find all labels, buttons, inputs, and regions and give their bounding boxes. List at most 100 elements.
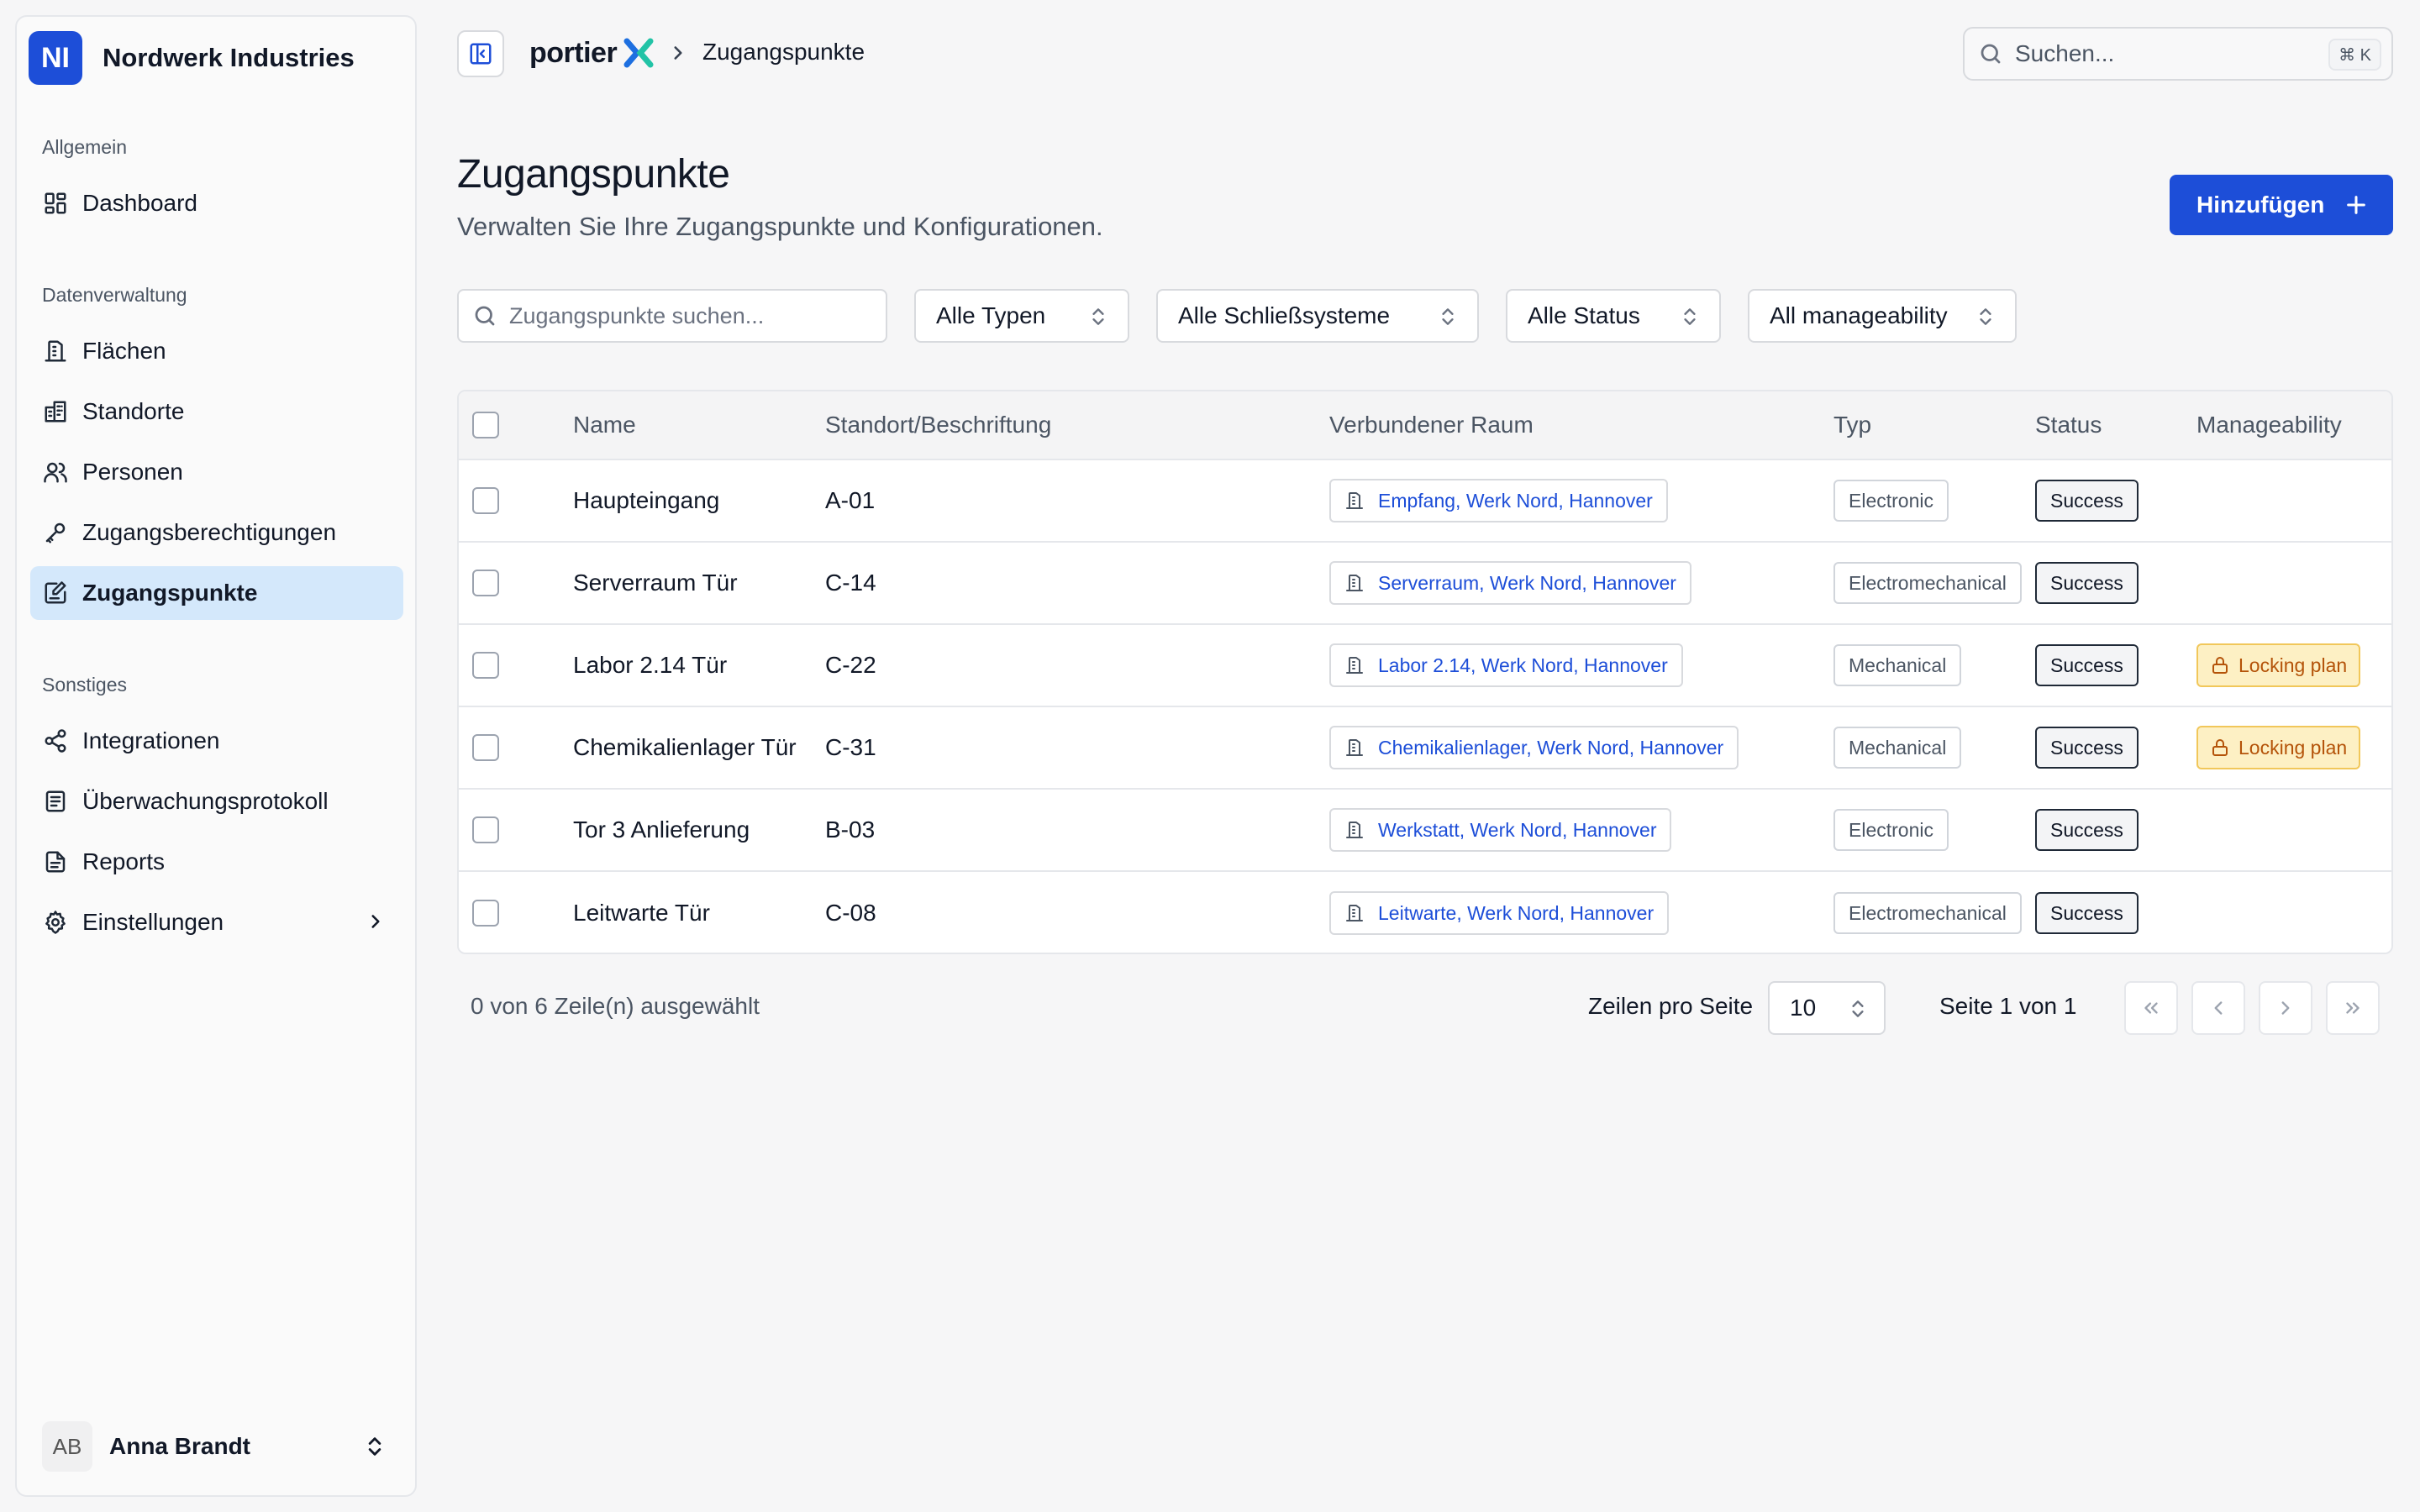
access-point-search-input[interactable] [509, 302, 879, 329]
room-link-badge[interactable]: Labor 2.14, Werk Nord, Hannover [1329, 643, 1683, 687]
chevrons-up-down-icon [1437, 306, 1459, 333]
room-link-badge[interactable]: Chemikalienlager, Werk Nord, Hannover [1329, 726, 1739, 769]
plus-icon [2344, 193, 2368, 223]
status-badge: Success [2035, 727, 2139, 769]
type-filter-value: Alle Typen [936, 302, 1046, 328]
table-row[interactable]: Tor 3 Anlieferung B-03 Werkstatt, Werk Nor… [459, 790, 2391, 872]
column-header-name[interactable]: Name [573, 391, 651, 459]
avatar: AB [42, 1421, 92, 1472]
add-button-label: Hinzufügen [2196, 192, 2325, 218]
sidebar-item-einstellungen[interactable]: Einstellungen [30, 895, 403, 949]
room-link-label: Leitwarte, Werk Nord, Hannover [1378, 901, 1655, 924]
room-link-label: Werkstatt, Werk Nord, Hannover [1378, 818, 1657, 841]
sidebar-item-label: Zugangsberechtigungen [82, 519, 337, 545]
brand-logo[interactable]: portier [529, 32, 655, 74]
shortcut-hint: ⌘ K [2328, 39, 2381, 71]
sidebar-item-label: Integrationen [82, 727, 220, 753]
chevron-left-icon [2214, 1001, 2223, 1015]
table-row[interactable]: Haupteingang A-01 Empfang, Werk Nord, Hann… [459, 460, 2391, 543]
cell-status: Success [2035, 707, 2139, 788]
sidebar-item-flaechen[interactable]: Flächen [30, 324, 403, 378]
cell-type: Mechanical [1833, 707, 1962, 788]
users-icon [42, 459, 69, 486]
previous-page-button[interactable] [2191, 981, 2245, 1035]
type-badge: Electromechanical [1833, 562, 2022, 604]
sidebar-toggle-button[interactable] [457, 30, 504, 77]
select-all-checkbox[interactable] [472, 412, 499, 438]
row-select-cell [472, 460, 499, 541]
cell-name: Labor 2.14 Tür [573, 652, 728, 678]
global-search-input[interactable] [2015, 40, 2317, 67]
org-switcher[interactable]: NI Nordwerk Industries [29, 29, 355, 87]
status-badge: Success [2035, 892, 2139, 934]
cell-location: C-31 [825, 734, 876, 760]
table-row[interactable]: Labor 2.14 Tür C-22 Labor 2.14, Werk Nord,… [459, 625, 2391, 707]
user-menu[interactable]: AB Anna Brandt [30, 1418, 403, 1475]
next-page-button[interactable] [2259, 981, 2312, 1035]
type-filter-select[interactable]: Alle Typen [914, 289, 1129, 343]
type-badge: Electromechanical [1833, 892, 2022, 934]
column-header-location[interactable]: Standort/Beschriftung [825, 391, 1066, 459]
manageability-label: Locking plan [2238, 654, 2348, 676]
row-checkbox[interactable] [472, 570, 499, 596]
type-badge: Mechanical [1833, 644, 1962, 686]
rows-per-page-select[interactable]: 10 [1768, 981, 1886, 1035]
status-badge: Success [2035, 644, 2139, 686]
section-label-sonstiges: Sonstiges [42, 674, 128, 696]
sidebar-item-zugangspunkte[interactable]: Zugangspunkte [30, 566, 403, 620]
last-page-button[interactable] [2326, 981, 2380, 1035]
room-link-badge[interactable]: Leitwarte, Werk Nord, Hannover [1329, 891, 1670, 935]
topbar: portier Zugangspunkte ⌘ K [432, 0, 2420, 108]
cell-room: Leitwarte, Werk Nord, Hannover [1329, 872, 1670, 953]
search-icon [1981, 44, 2001, 64]
cell-room: Serverraum, Werk Nord, Hannover [1329, 543, 1691, 623]
table-row[interactable]: Serverraum Tür C-14 Serverraum, Werk Nord,… [459, 543, 2391, 625]
chevrons-up-down-icon [363, 1435, 387, 1462]
sidebar-item-reports[interactable]: Reports [30, 835, 403, 889]
row-select-cell [472, 790, 499, 870]
room-link-badge[interactable]: Empfang, Werk Nord, Hannover [1329, 479, 1668, 522]
sidebar-item-zugangsberechtigungen[interactable]: Zugangsberechtigungen [30, 506, 403, 559]
row-checkbox[interactable] [472, 900, 499, 927]
chevrons-up-down-icon [1847, 998, 1869, 1026]
table-row[interactable]: Chemikalienlager Tür C-31 Chemikalienlager… [459, 707, 2391, 790]
cell-name: Chemikalienlager Tür [573, 734, 797, 760]
row-checkbox[interactable] [472, 487, 499, 514]
sidebar-item-integrationen[interactable]: Integrationen [30, 714, 403, 768]
cell-status: Success [2035, 460, 2139, 541]
room-link-badge[interactable]: Serverraum, Werk Nord, Hannover [1329, 561, 1691, 605]
manageability-filter-select[interactable]: All manageability [1748, 289, 2017, 343]
cell-type: Electromechanical [1833, 872, 2022, 953]
column-header-type: Typ [1833, 412, 1872, 438]
cell-name: Serverraum Tür [573, 570, 738, 596]
breadcrumb-current: Zugangspunkte [702, 39, 865, 65]
sidebar-item-ueberwachungsprotokoll[interactable]: Überwachungsprotokoll [30, 774, 403, 828]
sidebar-item-standorte[interactable]: Standorte [30, 385, 403, 438]
row-checkbox[interactable] [472, 816, 499, 843]
cell-manageability: Locking plan [2196, 625, 2361, 706]
access-point-search[interactable] [457, 289, 887, 343]
global-search[interactable]: ⌘ K [1963, 27, 2393, 81]
brand-name: portier [529, 36, 618, 69]
cell-manageability: Locking plan [2196, 707, 2361, 788]
page-subtitle: Verwalten Sie Ihre Zugangspunkte und Kon… [457, 212, 1103, 241]
sidebar: NI Nordwerk Industries Allgemein Dashboa… [15, 15, 417, 1497]
sidebar-item-label: Überwachungsprotokoll [82, 788, 329, 814]
cell-location: B-03 [825, 816, 876, 843]
row-checkbox[interactable] [472, 734, 499, 761]
room-link-label: Chemikalienlager, Werk Nord, Hannover [1378, 736, 1724, 759]
manageability-label: Locking plan [2238, 736, 2348, 759]
table-row[interactable]: Leitwarte Tür C-08 Leitwarte, Werk Nord, H… [459, 872, 2391, 953]
row-checkbox[interactable] [472, 652, 499, 679]
sidebar-item-personen[interactable]: Personen [30, 445, 403, 499]
locking-system-filter-value: Alle Schließsysteme [1178, 302, 1391, 328]
locking-system-filter-select[interactable]: Alle Schließsysteme [1156, 289, 1479, 343]
room-link-badge[interactable]: Werkstatt, Werk Nord, Hannover [1329, 808, 1672, 852]
add-button[interactable]: Hinzufügen [2170, 175, 2393, 235]
status-filter-select[interactable]: Alle Status [1506, 289, 1721, 343]
search-icon [475, 306, 495, 326]
cell-status: Success [2035, 790, 2139, 870]
first-page-button[interactable] [2124, 981, 2178, 1035]
panel-left-icon [470, 43, 492, 65]
sidebar-item-dashboard[interactable]: Dashboard [30, 176, 403, 230]
